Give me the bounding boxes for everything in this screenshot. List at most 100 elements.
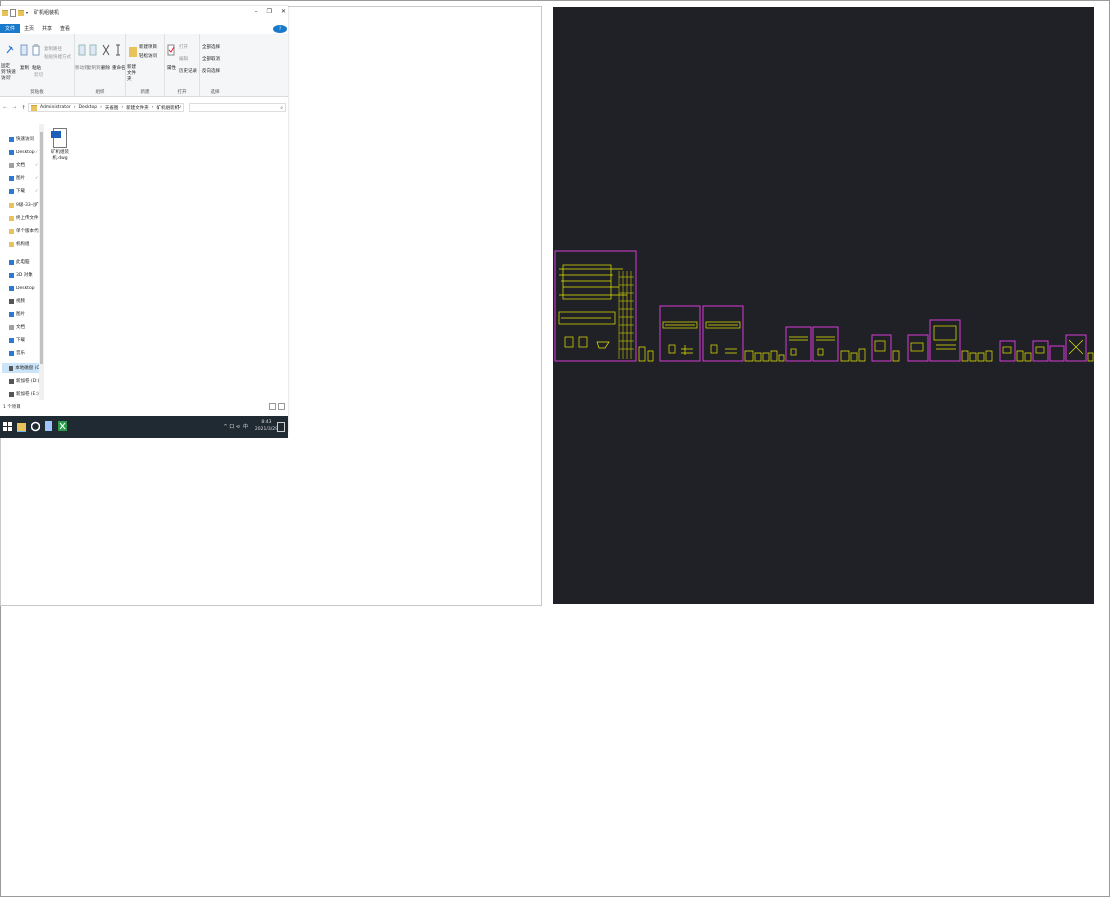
windows-start-icon[interactable]: [3, 421, 12, 432]
tab-home[interactable]: 主页: [20, 24, 38, 33]
document-icon: [9, 162, 14, 168]
tab-share[interactable]: 共享: [38, 24, 56, 33]
address-bar-row: ← → ↑ Administrator › Desktop › 天雀图 › 新建文件夹…: [0, 102, 288, 114]
search-input[interactable]: ⌕: [189, 103, 286, 112]
clock[interactable]: 8:43 2021/3/29: [255, 419, 278, 433]
new-folder-icon[interactable]: [18, 9, 24, 16]
help-icon[interactable]: ?: [273, 25, 287, 33]
sidebar-item-label: 新加卷 (E:): [16, 392, 39, 397]
refresh-icon[interactable]: ↻: [177, 105, 181, 110]
delete-button[interactable]: 删除: [101, 65, 110, 71]
breadcrumb-desktop[interactable]: Desktop: [79, 105, 98, 110]
input-language[interactable]: 中: [243, 423, 248, 430]
item-count: 1 个项目: [3, 404, 21, 410]
sidebar-item[interactable]: 音乐: [9, 348, 25, 358]
back-arrow-icon[interactable]: ←: [3, 105, 7, 111]
breadcrumb-new-folder[interactable]: 新建文件夹: [126, 105, 149, 111]
folder-icon: [9, 215, 14, 221]
drive-icon: [9, 391, 14, 397]
open-button[interactable]: 打开: [179, 44, 188, 50]
details-view-icon[interactable]: [269, 403, 276, 410]
easy-access-button[interactable]: 轻松访问: [139, 53, 157, 59]
sidebar-item-label: 快速访问: [16, 137, 34, 142]
properties-button[interactable]: 属性: [167, 65, 176, 71]
invert-selection-button[interactable]: 反向选择: [202, 68, 220, 74]
file-item[interactable]: 矿机组装 机.dwg: [51, 128, 69, 162]
edit-button[interactable]: 编辑: [179, 56, 188, 62]
chevron-down-icon[interactable]: ⌄: [167, 105, 171, 110]
sidebar-item-label: Desktop: [16, 149, 35, 155]
select-none-button[interactable]: 全部取消: [202, 56, 220, 62]
sidebar-item[interactable]: Desktop: [9, 147, 35, 157]
file-explorer-window[interactable]: ▾ 矿机组装机 – ❐ ✕ 文件 主页 共享 查看 ? 固定到'快速访问' 复制…: [0, 6, 288, 438]
sidebar-item[interactable]: 图片: [9, 309, 25, 319]
sidebar-item[interactable]: 图片: [9, 173, 25, 183]
select-group-label: 选择: [210, 90, 220, 95]
browser-taskbar-icon[interactable]: [31, 421, 40, 432]
copy-path-button[interactable]: 复制路径: [44, 46, 62, 52]
chevron-down-icon[interactable]: ▾: [26, 10, 28, 15]
notification-icon[interactable]: [277, 422, 285, 432]
sidebar-item[interactable]: 机构组: [9, 239, 30, 249]
nav-scrollbar[interactable]: [39, 124, 44, 400]
pin-icon: ✓: [35, 188, 39, 193]
cad-drawing-view[interactable]: [553, 7, 1094, 604]
clipboard-group-label: 剪贴板: [30, 90, 44, 95]
address-bar[interactable]: Administrator › Desktop › 天雀图 › 新建文件夹 › 矿机组装…: [28, 103, 184, 112]
window-controls: – ❐ ✕: [255, 8, 286, 15]
sidebar-item[interactable]: Desktop: [9, 283, 35, 293]
nav-scrollbar-thumb[interactable]: [40, 132, 43, 364]
cad-drawing-canvas: [554, 250, 1094, 362]
spreadsheet-taskbar-icon[interactable]: [58, 421, 67, 432]
sidebar-item[interactable]: 新加卷 (D:): [9, 376, 39, 386]
sidebar-item[interactable]: 文档: [9, 160, 25, 170]
select-all-button[interactable]: 全部选择: [202, 44, 220, 50]
new-item-button[interactable]: 新建项目: [139, 44, 157, 50]
close-button[interactable]: ✕: [281, 8, 286, 15]
large-icons-view-icon[interactable]: [278, 403, 285, 410]
sidebar-item[interactable]: 3D 对象: [9, 270, 33, 280]
pin-icon: ✓: [35, 162, 39, 167]
picture-icon: [9, 311, 14, 317]
sidebar-item[interactable]: 本地磁盘 (C:): [2, 363, 39, 373]
up-arrow-icon[interactable]: ↑: [21, 105, 25, 111]
breadcrumb-tianquetu[interactable]: 天雀图: [105, 105, 119, 111]
cut-button[interactable]: 剪切: [34, 72, 43, 78]
tab-view[interactable]: 查看: [56, 24, 74, 33]
new-folder-button[interactable]: 新建文件夹: [127, 65, 137, 83]
tab-file[interactable]: 文件: [0, 24, 21, 33]
quick-access-toolbar[interactable]: ▾: [2, 8, 28, 17]
sidebar-item[interactable]: 单个版本代码整: [9, 226, 42, 236]
sidebar-item[interactable]: 视频: [9, 296, 25, 306]
breadcrumb-administrator[interactable]: Administrator: [40, 105, 71, 110]
copy-button[interactable]: 复制: [20, 65, 29, 71]
sidebar-item[interactable]: 下载: [9, 335, 25, 345]
pin-quick-access-button[interactable]: 固定到'快速访问': [1, 64, 17, 82]
rename-button[interactable]: 重命名: [112, 65, 126, 71]
sidebar-item-label: 音乐: [16, 351, 25, 356]
sidebar-item-label: 本地磁盘 (C:): [15, 366, 39, 371]
cad-sheet-9: [999, 340, 1016, 362]
sidebar-item[interactable]: 快速访问: [9, 134, 34, 144]
copy-to-button[interactable]: 复制到: [87, 65, 101, 71]
system-tray[interactable]: ^ 口 ⊲ 中: [223, 423, 248, 430]
document-taskbar-icon[interactable]: [44, 421, 53, 432]
sidebar-item-label: 3D 对象: [16, 273, 33, 278]
forward-arrow-icon[interactable]: →: [12, 105, 16, 111]
tray-symbols[interactable]: ^ 口 ⊲: [223, 423, 240, 430]
paste-shortcut-button[interactable]: 粘贴快捷方式: [44, 54, 71, 60]
sidebar-item[interactable]: 此电脑: [9, 257, 30, 267]
file-explorer-taskbar-icon[interactable]: [17, 421, 26, 432]
sidebar-item[interactable]: 新加卷 (E:): [9, 389, 39, 399]
minimize-button[interactable]: –: [255, 8, 258, 15]
sidebar-item[interactable]: 文档: [9, 322, 25, 332]
sidebar-item[interactable]: 下载: [9, 186, 25, 196]
maximize-button[interactable]: ❐: [267, 8, 272, 15]
sidebar-item[interactable]: 终上传文件: [9, 213, 39, 223]
sidebar-item-label: 此电脑: [16, 260, 30, 265]
paste-button[interactable]: 粘贴: [32, 65, 41, 71]
sidebar-item-label: 终上传文件: [16, 216, 39, 221]
properties-icon[interactable]: [10, 8, 16, 17]
new-group: 新建文件夹 新建项目 轻松访问 新建: [126, 34, 165, 96]
history-button[interactable]: 历史记录: [179, 68, 197, 74]
